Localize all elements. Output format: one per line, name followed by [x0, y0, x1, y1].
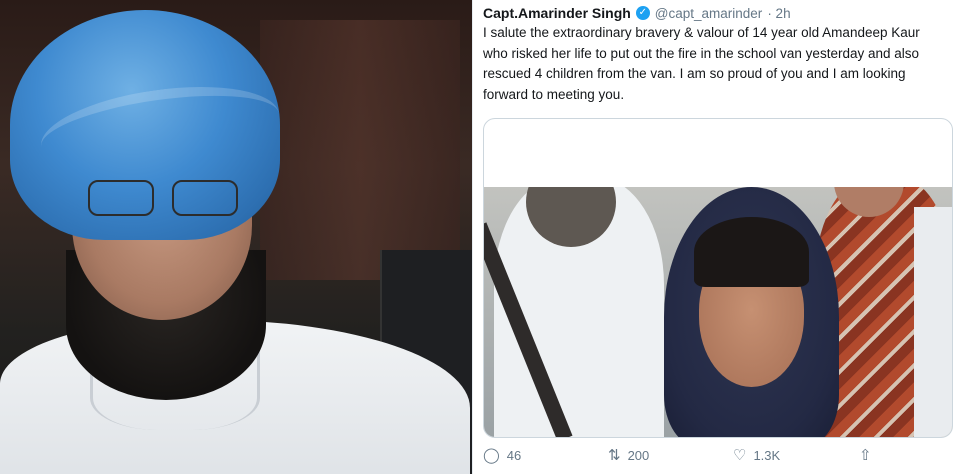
tweet-media-photo[interactable] — [484, 187, 952, 437]
share-icon: ⇧ — [859, 447, 872, 464]
verified-badge-icon: ✓ — [635, 6, 650, 20]
like-button[interactable]: ♡ 1.3K — [733, 448, 780, 463]
person-glasses — [88, 180, 238, 220]
heart-icon: ♡ — [733, 447, 747, 464]
tweet-header: Capt.Amarinder Singh ✓ @capt_amarinder ·… — [483, 3, 791, 23]
retweet-button[interactable]: ⇅ 200 — [608, 448, 649, 463]
tweet-card: Capt.Amarinder Singh ✓ @capt_amarinder ·… — [472, 0, 955, 474]
share-button[interactable]: ⇧ — [859, 448, 872, 463]
tweet-timestamp[interactable]: · 2h — [767, 6, 790, 21]
reply-count: 46 — [506, 448, 522, 463]
tweet-media-card[interactable] — [483, 118, 953, 438]
author-name[interactable]: Capt.Amarinder Singh — [483, 5, 631, 21]
girl-hair — [694, 217, 809, 287]
retweet-count: 200 — [627, 448, 650, 463]
news-photo-left — [0, 0, 472, 474]
reply-icon: ◯ — [483, 447, 500, 464]
like-count: 1.3K — [753, 448, 781, 463]
tweet-text: I salute the extraordinary bravery & val… — [483, 25, 920, 102]
author-handle[interactable]: @capt_amarinder — [655, 6, 763, 21]
retweet-icon: ⇅ — [608, 447, 621, 464]
tweet-action-bar: ◯ 46 ⇅ 200 ♡ 1.3K ⇧ — [483, 448, 953, 470]
bystander-far-right — [914, 207, 952, 437]
background-wall — [260, 20, 460, 280]
reply-button[interactable]: ◯ 46 — [483, 448, 521, 463]
